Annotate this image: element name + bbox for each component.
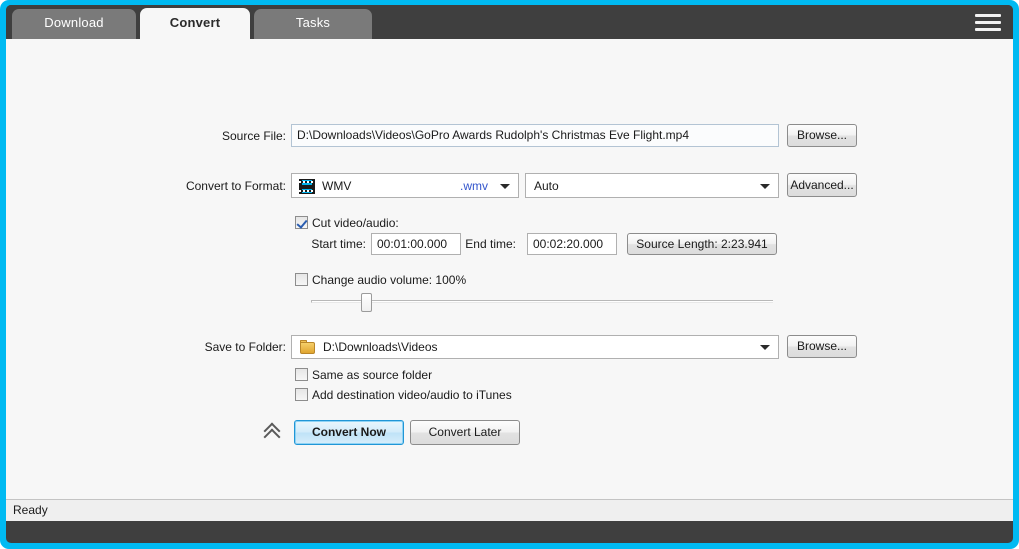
source-length-button[interactable]: Source Length: 2:23.941 xyxy=(627,233,777,255)
cut-video-audio-checkbox[interactable]: Cut video/audio: xyxy=(295,216,399,230)
checkbox-box xyxy=(295,388,308,401)
convert-now-button[interactable]: Convert Now xyxy=(294,420,404,445)
change-audio-volume-label: Change audio volume: 100% xyxy=(312,273,467,287)
format-profile-value: Auto xyxy=(534,179,559,193)
hamburger-bar xyxy=(975,28,1001,31)
same-as-source-folder-label: Same as source folder xyxy=(312,368,433,382)
tab-download[interactable]: Download xyxy=(12,9,136,39)
same-as-source-folder-checkbox[interactable]: Same as source folder xyxy=(295,368,432,382)
change-audio-volume-checkbox[interactable]: Change audio volume: 100% xyxy=(295,273,466,287)
folder-icon xyxy=(300,340,315,354)
chevron-down-icon xyxy=(500,183,510,189)
save-folder-combobox[interactable]: D:\Downloads\Videos xyxy=(291,335,779,359)
start-time-label: Start time: xyxy=(311,237,366,251)
add-to-itunes-label: Add destination video/audio to iTunes xyxy=(312,388,512,402)
save-folder-browse-button[interactable]: Browse... xyxy=(787,335,857,358)
tab-tasks[interactable]: Tasks xyxy=(254,9,372,39)
slider-track xyxy=(311,300,773,303)
save-to-folder-label: Save to Folder: xyxy=(204,340,286,354)
tab-strip: Download Convert Tasks xyxy=(6,5,1013,39)
folder-body xyxy=(300,342,315,354)
window-inner: Download Convert Tasks Source File: D:\D… xyxy=(6,5,1013,543)
film-strip-icon xyxy=(299,179,315,194)
end-time-label: End time: xyxy=(465,237,516,251)
application-window: Download Convert Tasks Source File: D:\D… xyxy=(0,0,1019,549)
status-bar: Ready xyxy=(6,499,1013,521)
source-file-input[interactable]: D:\Downloads\Videos\GoPro Awards Rudolph… xyxy=(291,124,779,147)
format-extension: .wmv xyxy=(460,179,488,193)
source-file-browse-button[interactable]: Browse... xyxy=(787,124,857,147)
format-combobox[interactable]: WMV .wmv xyxy=(291,173,519,198)
format-profile-combobox[interactable]: Auto xyxy=(525,173,779,198)
film-strip-center xyxy=(302,185,312,189)
slider-thumb[interactable] xyxy=(361,293,372,312)
chevron-down-icon xyxy=(760,345,770,350)
checkbox-box xyxy=(295,273,308,286)
double-chevron-up-icon[interactable] xyxy=(263,422,281,446)
hamburger-bar xyxy=(975,21,1001,24)
chevron-down-icon xyxy=(760,183,770,189)
convert-panel: Source File: D:\Downloads\Videos\GoPro A… xyxy=(6,39,1013,521)
convert-to-format-label: Convert to Format: xyxy=(185,179,286,193)
hamburger-bar xyxy=(975,14,1001,17)
hamburger-menu-icon[interactable] xyxy=(975,14,1001,32)
checkbox-box xyxy=(295,368,308,381)
format-name: WMV xyxy=(322,179,352,193)
cut-video-audio-label: Cut video/audio: xyxy=(312,216,399,230)
save-folder-value: D:\Downloads\Videos xyxy=(323,340,438,354)
source-file-label: Source File: xyxy=(221,129,286,143)
convert-later-button[interactable]: Convert Later xyxy=(410,420,520,445)
end-time-input[interactable]: 00:02:20.000 xyxy=(527,233,617,255)
audio-volume-slider[interactable] xyxy=(311,293,773,312)
checkbox-box xyxy=(295,216,308,229)
add-to-itunes-checkbox[interactable]: Add destination video/audio to iTunes xyxy=(295,388,512,402)
tab-convert[interactable]: Convert xyxy=(140,8,250,39)
advanced-button[interactable]: Advanced... xyxy=(787,173,857,197)
